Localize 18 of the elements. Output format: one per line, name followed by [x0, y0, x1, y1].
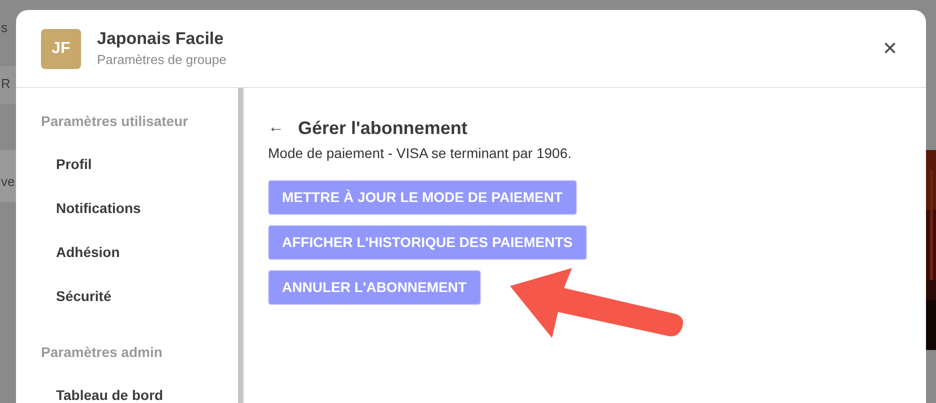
sidebar-item[interactable]: Notifications: [41, 197, 238, 219]
sidebar-item[interactable]: Profil: [41, 153, 238, 175]
group-avatar: JF: [41, 28, 81, 68]
sidebar-heading: Paramètres admin: [41, 343, 164, 362]
group-title: Japonais Facile: [97, 28, 225, 50]
sidebar-item[interactable]: Adhésion: [41, 241, 238, 263]
sidebar-item[interactable]: Tableau de bord: [41, 384, 238, 403]
sidebar-item[interactable]: Sécurité: [41, 285, 238, 307]
page-title: Gérer l'abonnement: [298, 117, 468, 140]
scrollbar[interactable]: [238, 88, 243, 403]
background-text: s: [1, 19, 8, 37]
background-text: ve: [1, 173, 15, 191]
group-subtitle: Paramètres de groupe: [97, 50, 226, 69]
background-text: R: [1, 75, 10, 93]
close-button[interactable]: ×: [882, 36, 897, 60]
payment-method-text: Mode de paiement - VISA se terminant par 1906.: [268, 144, 572, 163]
back-button[interactable]: ←: [268, 120, 284, 136]
sidebar-heading: Paramètres utilisateur: [41, 112, 190, 131]
